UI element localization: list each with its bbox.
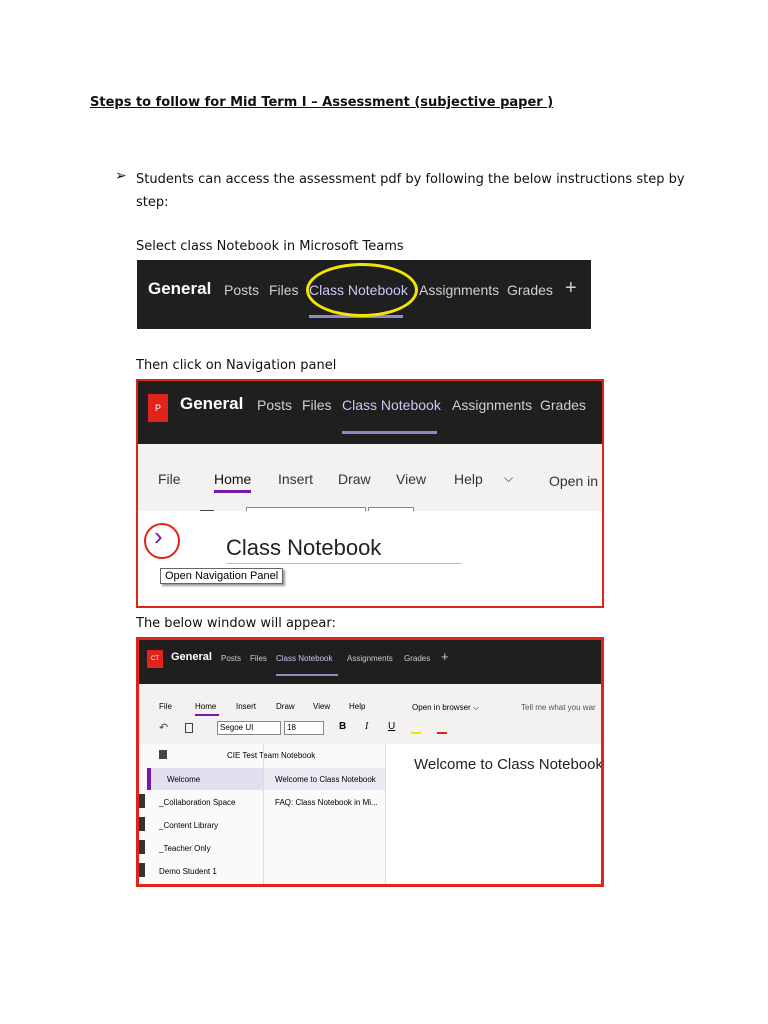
onenote-ribbon: File Home Insert Draw View Help Open in … <box>139 684 601 744</box>
section-tabs-strip <box>139 794 145 884</box>
document-title: Steps to follow for Mid Term I – Assessm… <box>90 95 554 110</box>
menu-file[interactable]: File <box>158 471 181 487</box>
open-in-browser[interactable]: Open in browser ⌵ <box>412 703 479 713</box>
bold-button[interactable]: B <box>339 721 346 732</box>
page-title: Class Notebook <box>226 535 382 560</box>
menu-home[interactable]: Home <box>214 471 251 487</box>
menu-home[interactable]: Home <box>195 702 216 711</box>
step-3-caption: The below window will appear: <box>136 616 336 631</box>
panel-divider <box>263 744 264 884</box>
highlight-circle <box>306 263 418 317</box>
team-avatar: P <box>148 394 168 422</box>
highlight-pen-icon[interactable] <box>411 724 421 734</box>
menu-insert[interactable]: Insert <box>278 471 313 487</box>
menu-help[interactable]: Help <box>349 702 365 711</box>
tab-posts[interactable]: Posts <box>221 654 241 663</box>
tab-grades[interactable]: Grades <box>404 654 430 663</box>
tab-assignments[interactable]: Assignments <box>452 397 532 413</box>
bullet-arrow-icon: ➢ <box>115 168 127 184</box>
title-divider <box>226 563 462 564</box>
tab-files[interactable]: Files <box>250 654 267 663</box>
bullet-instruction: Students can access the assessment pdf b… <box>136 172 685 210</box>
tab-files[interactable]: Files <box>269 282 299 298</box>
tab-assignments[interactable]: Assignments <box>419 282 499 298</box>
clipboard-icon[interactable] <box>185 723 193 733</box>
section-item[interactable]: _Content Library <box>159 821 218 830</box>
page-item[interactable]: Welcome to Class Notebook <box>275 775 376 784</box>
notebook-canvas: › Class Notebook Open Navigation Panel <box>138 511 602 606</box>
tab-files[interactable]: Files <box>302 397 332 413</box>
tooltip: Open Navigation Panel <box>160 568 284 584</box>
menu-view[interactable]: View <box>313 702 330 711</box>
teams-header: CT General Posts Files Class Notebook As… <box>139 640 601 684</box>
team-avatar: CT <box>147 650 163 668</box>
panel-divider <box>385 744 386 884</box>
section-item[interactable]: _Teacher Only <box>159 844 211 853</box>
step-1-caption: Select class Notebook in Microsoft Teams <box>136 239 404 254</box>
teams-header: P General Posts Files Class Notebook Ass… <box>138 381 602 444</box>
screenshot-notebook-window: CT General Posts Files Class Notebook As… <box>136 637 604 887</box>
menu-more-icon[interactable]: ⌵ <box>504 471 513 486</box>
tab-assignments[interactable]: Assignments <box>347 654 393 663</box>
menu-draw[interactable]: Draw <box>276 702 295 711</box>
tell-me-search[interactable]: Tell me what you war <box>521 703 596 712</box>
step-2-caption: Then click on Navigation panel <box>136 358 337 373</box>
menu-home-underline <box>214 490 251 493</box>
tab-posts[interactable]: Posts <box>257 397 292 413</box>
font-size-field[interactable]: 18 <box>284 721 324 735</box>
menu-insert[interactable]: Insert <box>236 702 256 711</box>
notebook-name[interactable]: CIE Test Team Notebook <box>227 751 315 760</box>
font-color-icon[interactable] <box>437 724 447 734</box>
tab-posts[interactable]: Posts <box>224 282 259 298</box>
section-item[interactable]: Demo Student 1 <box>159 867 217 876</box>
italic-button[interactable]: I <box>365 721 368 732</box>
add-tab-icon[interactable]: + <box>441 649 449 664</box>
add-tab-icon[interactable]: + <box>565 277 577 300</box>
tab-class-notebook[interactable]: Class Notebook <box>342 397 441 413</box>
menu-file[interactable]: File <box>159 702 172 711</box>
section-selected-bg <box>147 768 263 790</box>
tab-class-notebook[interactable]: Class Notebook <box>276 654 332 663</box>
page-item[interactable]: FAQ: Class Notebook in Mi... <box>275 798 378 807</box>
menu-home-underline <box>195 714 219 716</box>
channel-name: General <box>171 651 212 663</box>
tab-grades[interactable]: Grades <box>507 282 553 298</box>
channel-name: General <box>148 279 212 298</box>
menu-help[interactable]: Help <box>454 471 483 487</box>
active-tab-underline <box>276 674 338 676</box>
section-item[interactable]: Welcome <box>167 775 200 784</box>
navigation-chevron-icon[interactable]: › <box>154 521 163 552</box>
tab-grades[interactable]: Grades <box>540 397 586 413</box>
section-color-tab <box>147 768 151 790</box>
channel-name: General <box>180 394 244 413</box>
notebook-icon <box>159 750 167 759</box>
active-tab-underline <box>342 431 437 434</box>
font-name-field[interactable]: Segoe UI <box>217 721 281 735</box>
menu-draw[interactable]: Draw <box>338 471 371 487</box>
screenshot-teams-tabbar: General Posts Files Class Notebook Assig… <box>137 260 591 329</box>
underline-button[interactable]: U <box>388 721 395 732</box>
menu-view[interactable]: View <box>396 471 426 487</box>
section-item[interactable]: _Collaboration Space <box>159 798 236 807</box>
undo-icon[interactable]: ↶ <box>159 721 168 734</box>
open-in-browser[interactable]: Open in b <box>549 473 602 489</box>
navigation-panel: CIE Test Team Notebook Welcome _Collabor… <box>139 744 386 884</box>
page-title: Welcome to Class Notebook <box>414 756 603 773</box>
screenshot-navigation-panel: P General Posts Files Class Notebook Ass… <box>136 379 604 608</box>
